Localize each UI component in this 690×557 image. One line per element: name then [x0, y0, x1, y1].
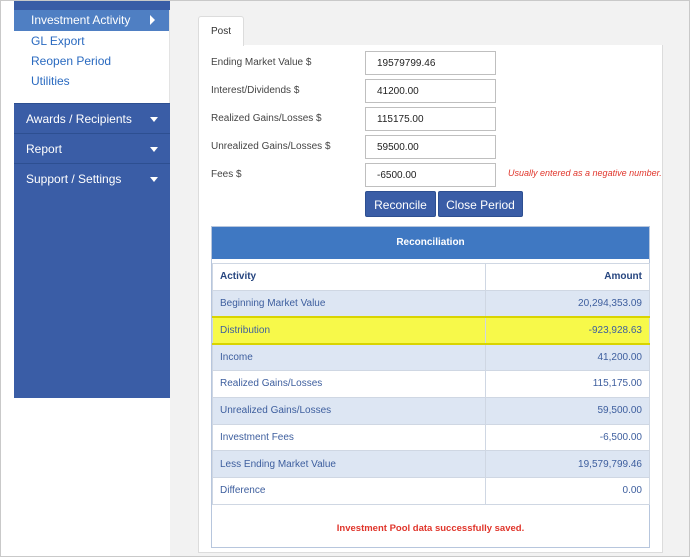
table-row: Investment Fees -6,500.00 — [212, 423, 650, 452]
sidebar-item-support-settings[interactable]: Support / Settings — [14, 163, 170, 193]
sidebar-item-awards-recipients[interactable]: Awards / Recipients — [14, 103, 170, 133]
fees-input[interactable] — [365, 163, 496, 187]
fees-label: Fees $ — [211, 169, 242, 180]
sidebar-item-reopen-period[interactable]: Reopen Period — [14, 51, 169, 71]
amount-cell: -6,500.00 — [485, 423, 650, 452]
unrealized-gains-input[interactable] — [365, 135, 496, 159]
reconciliation-title: Reconciliation — [212, 227, 649, 259]
realized-gains-label: Realized Gains/Losses $ — [211, 113, 322, 124]
ending-market-value-input[interactable] — [365, 51, 496, 75]
table-row: Beginning Market Value 20,294,353.09 — [212, 289, 650, 318]
caret-down-icon — [150, 117, 158, 122]
table-header-row: Activity Amount — [212, 263, 650, 291]
activity-cell: Investment Fees — [212, 423, 486, 452]
column-header-activity: Activity — [212, 263, 486, 291]
sidebar-submenu: Investment Activity GL Export Reopen Per… — [14, 10, 170, 103]
reconcile-button[interactable]: Reconcile — [365, 191, 436, 217]
activity-cell: Realized Gains/Losses — [212, 370, 486, 398]
activity-cell: Distribution — [212, 316, 486, 345]
caret-down-icon — [150, 177, 158, 182]
ending-market-value-label: Ending Market Value $ — [211, 57, 312, 68]
app-frame: Investment Activity GL Export Reopen Per… — [0, 0, 690, 557]
interest-dividends-input[interactable] — [365, 79, 496, 103]
sidebar: Investment Activity GL Export Reopen Per… — [14, 1, 170, 398]
activity-cell: Unrealized Gains/Losses — [212, 396, 486, 425]
sidebar-item-report[interactable]: Report — [14, 133, 170, 163]
amount-cell: 59,500.00 — [485, 396, 650, 425]
table-row: Realized Gains/Losses 115,175.00 — [212, 370, 650, 398]
reconciliation-panel: Reconciliation Activity Amount Beginning… — [211, 226, 650, 548]
fees-hint: Usually entered as a negative number. — [508, 168, 662, 178]
realized-gains-input[interactable] — [365, 107, 496, 131]
table-row: Difference 0.00 — [212, 477, 650, 505]
interest-dividends-label: Interest/Dividends $ — [211, 85, 300, 96]
table-row: Unrealized Gains/Losses 59,500.00 — [212, 396, 650, 425]
table-row: Less Ending Market Value 19,579,799.46 — [212, 450, 650, 478]
tab-post[interactable]: Post — [198, 16, 244, 46]
unrealized-gains-label: Unrealized Gains/Losses $ — [211, 141, 331, 152]
sidebar-item-gl-export[interactable]: GL Export — [14, 31, 169, 51]
activity-cell: Difference — [212, 477, 486, 505]
table-row: Income 41,200.00 — [212, 343, 650, 371]
activity-cell: Less Ending Market Value — [212, 450, 486, 478]
amount-cell: -923,928.63 — [485, 316, 650, 345]
amount-cell: 41,200.00 — [485, 343, 650, 371]
sidebar-item-label: Investment Activity — [31, 13, 131, 27]
caret-down-icon — [150, 147, 158, 152]
activity-cell: Beginning Market Value — [212, 289, 486, 318]
close-period-button[interactable]: Close Period — [438, 191, 523, 217]
table-row-highlighted: Distribution -923,928.63 — [212, 316, 650, 345]
amount-cell: 19,579,799.46 — [485, 450, 650, 478]
status-message: Investment Pool data successfully saved. — [336, 523, 525, 534]
sidebar-item-label: Awards / Recipients — [26, 112, 132, 126]
sidebar-item-label: Support / Settings — [26, 172, 122, 186]
amount-cell: 20,294,353.09 — [485, 289, 650, 318]
activity-cell: Income — [212, 343, 486, 371]
sidebar-item-utilities[interactable]: Utilities — [14, 71, 169, 91]
reconciliation-table: Activity Amount Beginning Market Value 2… — [212, 263, 650, 505]
amount-cell: 115,175.00 — [485, 370, 650, 398]
chevron-right-icon — [150, 15, 155, 25]
sidebar-item-label: Report — [26, 142, 63, 156]
amount-cell: 0.00 — [485, 477, 650, 505]
column-header-amount: Amount — [485, 263, 650, 291]
sidebar-item-investment-activity[interactable]: Investment Activity — [14, 10, 169, 31]
